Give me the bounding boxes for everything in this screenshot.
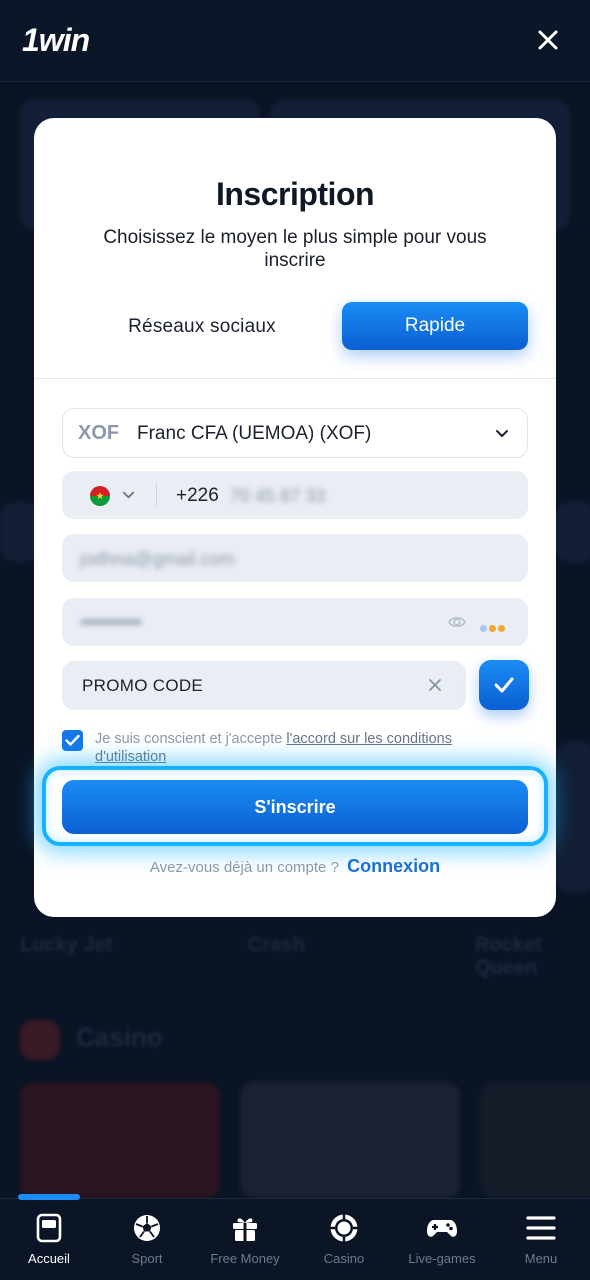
gamepad-icon [427,1220,457,1237]
password-strength-icon [480,619,508,632]
bg-game-card [20,1082,220,1198]
signup-button[interactable]: S'inscrire [62,780,528,834]
nav-item-free-money[interactable]: Free Money [196,1213,294,1266]
nav-item-casino[interactable]: Casino [295,1213,393,1266]
promo-code-field[interactable]: PROMO CODE [62,661,466,710]
nav-item-live-games[interactable]: Live-games [393,1213,491,1266]
modal-title: Inscription [215,176,375,212]
active-tab-indicator [18,1194,80,1200]
brand-logo[interactable]: 1win [22,22,90,59]
phone-separator [156,483,157,507]
nav-label: Live-games [408,1251,476,1266]
nav-label: Accueil [28,1251,70,1266]
bg-game-card [480,1082,590,1198]
hamburger-icon [526,1216,556,1240]
gift-icon [233,1218,257,1241]
registration-modal: Inscription Choisissez le moyen le plus … [34,118,556,917]
promo-confirm-button[interactable] [479,660,529,710]
bg-game-title: Lucky Jet [20,934,113,956]
checkbox-check-icon [65,734,80,746]
bg-game-title: Rocket Queen [475,934,542,979]
email-value[interactable]: jodhna@gmail.com [80,549,234,570]
burkina-faso-flag-icon[interactable] [90,486,110,506]
terms-label: Je suis conscient et j'accepte l'accord … [95,730,515,766]
top-bar: 1win [0,0,590,82]
bg-section-title: Casino [76,1022,163,1052]
currency-name: Franc CFA (UEMOA) (XOF) [137,423,372,444]
clear-icon[interactable] [428,678,442,692]
divider [34,378,556,379]
modal-subtitle: Choisissez le moyen le plus simple pour … [103,227,487,271]
eye-icon[interactable] [448,613,466,631]
login-prompt: Avez-vous déjà un compte ? [149,859,339,876]
bg-game-card [240,1082,460,1198]
close-button[interactable] [536,28,560,52]
password-value[interactable]: •••••••••••••• [80,612,142,633]
casino-chip-icon [330,1214,358,1242]
country-chevron-down-icon[interactable] [122,488,135,501]
home-icon [36,1213,62,1243]
terms-text: Je suis conscient et j'accepte [95,731,287,747]
bg-card [555,502,590,562]
nav-item-menu[interactable]: Menu [492,1213,590,1266]
login-link[interactable]: Connexion [347,856,440,876]
bottom-navigation: Accueil Sport Free Money Casino Live-gam… [0,1194,590,1280]
nav-label: Sport [131,1251,163,1266]
nav-item-sport[interactable]: Sport [98,1213,196,1266]
bg-card [555,742,590,892]
nav-label: Casino [323,1251,365,1266]
chevron-down-icon [496,430,508,437]
tab-quick[interactable]: Rapide [342,302,528,350]
tab-social-networks[interactable]: Réseaux sociaux [102,302,302,352]
promo-code-value: PROMO CODE [82,676,204,695]
terms-checkbox[interactable] [62,730,83,751]
nav-label: Free Money [210,1251,280,1266]
nav-label: Menu [524,1251,558,1266]
password-field[interactable]: •••••••••••••• [62,598,528,646]
soccer-ball-icon [134,1215,160,1241]
email-field[interactable]: jodhna@gmail.com [62,534,528,582]
currency-code: XOF [78,422,120,444]
currency-select[interactable]: XOF Franc CFA (UEMOA) (XOF) [62,408,528,458]
bg-game-title: Crash [248,934,305,956]
casino-section-icon [20,1020,60,1060]
close-icon [538,30,558,50]
phone-number-value[interactable]: 70 45 87 33 [230,486,325,507]
login-row: Avez-vous déjà un compte ? Connexion [34,856,556,877]
nav-item-accueil[interactable]: Accueil [0,1213,98,1266]
check-icon [494,677,514,693]
phone-field[interactable]: +226 70 45 87 33 [62,471,528,519]
phone-prefix: +226 [176,485,219,506]
